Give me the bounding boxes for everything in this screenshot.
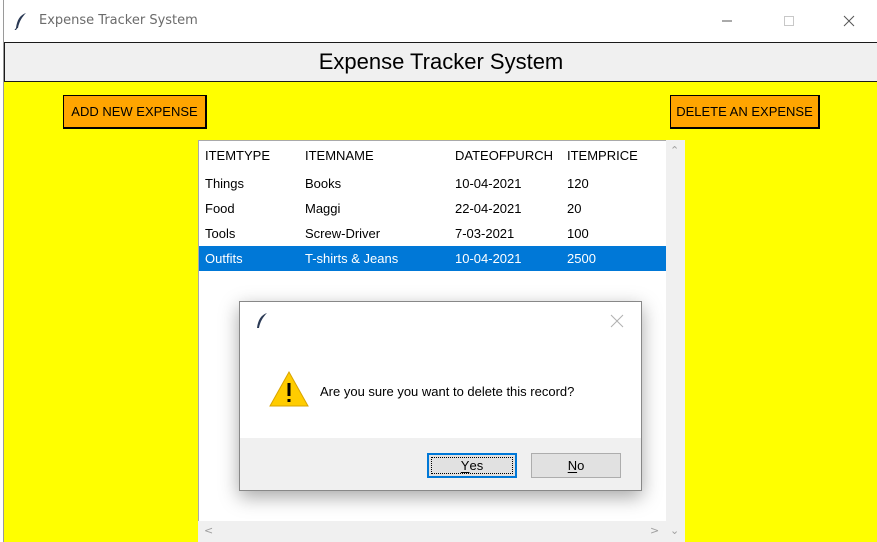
column-header-itemprice[interactable]: ITEMPRICE (567, 148, 638, 163)
delete-expense-button[interactable]: DELETE AN EXPENSE (670, 95, 820, 129)
title-bar: Expense Tracker System (4, 0, 877, 42)
column-header-dateofpurch[interactable]: DATEOFPURCH (455, 148, 553, 163)
cell-price: 20 (567, 201, 582, 216)
vertical-scrollbar[interactable]: ⌃ ⌄ (666, 140, 685, 542)
cell-itemtype: Tools (205, 226, 236, 241)
scroll-left-icon[interactable]: < (204, 524, 213, 537)
table-row[interactable]: Tools Screw-Driver 7-03-2021 100 (199, 221, 666, 246)
cell-price: 120 (567, 176, 589, 191)
app-window: Expense Tracker System Expense Tracker S… (3, 0, 877, 542)
cell-date: 22-04-2021 (455, 201, 522, 216)
cell-itemname: Books (305, 176, 342, 191)
cell-itemname: T-shirts & Jeans (305, 251, 399, 266)
cell-itemname: Maggi (305, 201, 341, 216)
page-title-box: Expense Tracker System (4, 42, 877, 82)
table-header: ITEMTYPE ITEMNAME DATEOFPURCH ITEMPRICE (199, 141, 666, 171)
cell-itemtype: Food (205, 201, 235, 216)
cell-price: 2500 (567, 251, 596, 266)
yes-button[interactable]: Yes (427, 453, 517, 478)
feather-icon (14, 13, 26, 30)
close-button[interactable] (826, 0, 872, 42)
column-header-itemtype[interactable]: ITEMTYPE (205, 148, 270, 163)
table-row[interactable]: Food Maggi 22-04-2021 20 (199, 196, 666, 221)
cell-date: 7-03-2021 (455, 226, 515, 241)
maximize-button[interactable] (766, 0, 812, 42)
dialog-body: Are you sure you want to delete this rec… (240, 302, 641, 438)
table-row[interactable]: Things Books 10-04-2021 120 (199, 171, 666, 196)
window-title: Expense Tracker System (39, 13, 198, 28)
cell-date: 10-04-2021 (455, 251, 522, 266)
cell-date: 10-04-2021 (455, 176, 522, 191)
maximize-icon (784, 16, 794, 26)
cell-itemname: Screw-Driver (305, 226, 381, 241)
scroll-down-icon[interactable]: ⌄ (670, 524, 679, 537)
focus-ring (431, 457, 513, 474)
confirm-dialog: Are you sure you want to delete this rec… (239, 301, 642, 491)
horizontal-scrollbar[interactable]: < > (198, 521, 666, 542)
cell-itemtype: Things (205, 176, 245, 191)
scroll-up-icon[interactable]: ⌃ (670, 144, 679, 157)
add-expense-button[interactable]: ADD NEW EXPENSE (63, 95, 207, 129)
feather-icon (257, 313, 267, 328)
page-title: Expense Tracker System (318, 49, 564, 74)
close-icon (843, 15, 855, 27)
table-row-selected[interactable]: Outfits T-shirts & Jeans 10-04-2021 2500 (199, 246, 666, 271)
minimize-icon (722, 20, 732, 22)
scroll-right-icon[interactable]: > (650, 524, 659, 537)
cell-itemtype: Outfits (205, 251, 243, 266)
no-button[interactable]: No (531, 453, 621, 478)
warning-icon (269, 370, 309, 407)
column-header-itemname[interactable]: ITEMNAME (305, 148, 374, 163)
minimize-button[interactable] (704, 0, 750, 42)
cell-price: 100 (567, 226, 589, 241)
dialog-close-icon[interactable] (610, 314, 624, 328)
no-mnemonic: N (567, 458, 578, 473)
dialog-message: Are you sure you want to delete this rec… (320, 384, 575, 399)
no-label-rest: o (577, 458, 585, 473)
